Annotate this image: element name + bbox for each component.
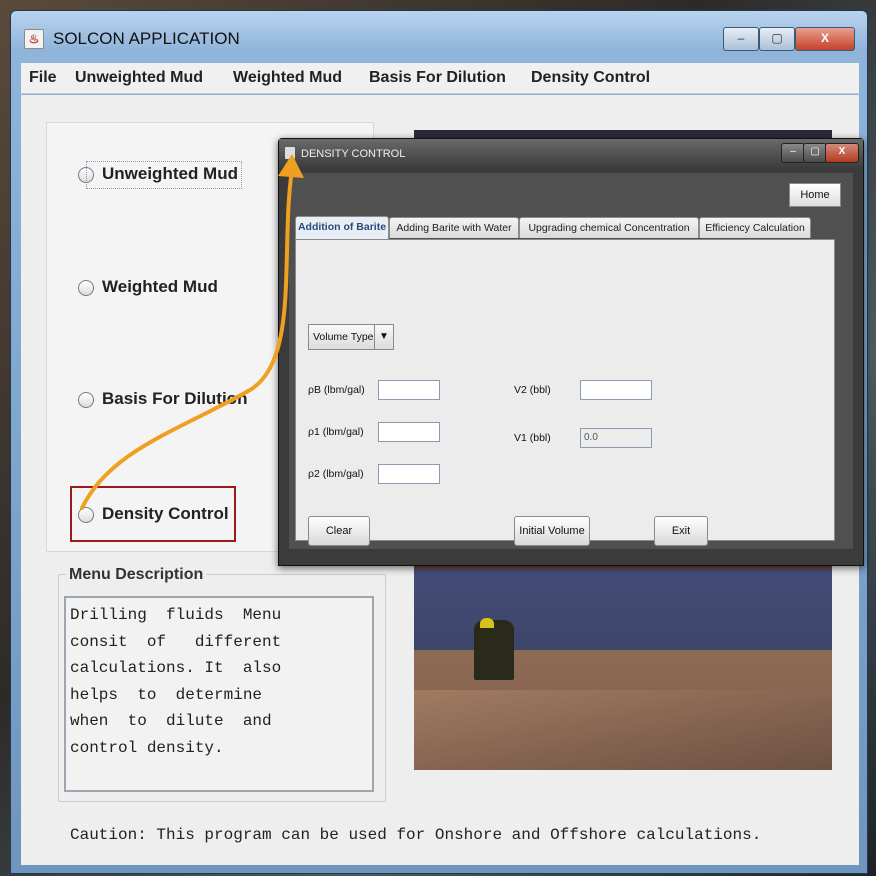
java-app-icon bbox=[285, 147, 295, 159]
volume-type-select[interactable]: Volume Type ▼ bbox=[308, 324, 394, 350]
menu-description-title: Menu Description bbox=[66, 566, 207, 584]
rhoB-label: ρB (lbm/gal) bbox=[308, 384, 365, 396]
main-window-title: SOLCON APPLICATION bbox=[53, 29, 240, 48]
menu-basis-for-dilution[interactable]: Basis For Dilution bbox=[369, 69, 506, 87]
dialog-title: DENSITY CONTROL bbox=[301, 148, 406, 160]
v2-input[interactable] bbox=[580, 380, 652, 400]
exit-button[interactable]: Exit bbox=[654, 516, 708, 546]
maximize-button[interactable]: ▢ bbox=[759, 27, 795, 51]
menu-unweighted-mud[interactable]: Unweighted Mud bbox=[75, 69, 203, 87]
radio-circle-icon[interactable] bbox=[78, 392, 94, 408]
close-button[interactable]: X bbox=[795, 27, 855, 51]
tab-adding-barite-with-water[interactable]: Adding Barite with Water bbox=[389, 217, 519, 238]
dialog-body: Home Addition of Barite Adding Barite wi… bbox=[289, 173, 853, 549]
dialog-title-bar[interactable]: DENSITY CONTROL – ▢ X bbox=[279, 139, 863, 169]
minimize-button[interactable]: – bbox=[723, 27, 759, 51]
density-control-highlight bbox=[70, 486, 236, 542]
home-button[interactable]: Home bbox=[789, 183, 841, 207]
chevron-down-icon[interactable]: ▼ bbox=[374, 325, 393, 349]
radio-label: Basis For Dilution bbox=[102, 389, 248, 408]
tab-addition-of-barite[interactable]: Addition of Barite bbox=[295, 216, 389, 239]
v2-label: V2 (bbl) bbox=[514, 384, 551, 396]
rhoB-input[interactable] bbox=[378, 380, 440, 400]
rho1-label: ρ1 (lbm/gal) bbox=[308, 426, 364, 438]
tab-panel: Volume Type ▼ ρB (lbm/gal) ρ1 (lbm/gal) … bbox=[295, 239, 835, 546]
focus-indicator bbox=[86, 161, 242, 189]
volume-type-label: Volume Type bbox=[313, 331, 374, 343]
main-title-bar[interactable]: ♨ SOLCON APPLICATION – ▢ X bbox=[11, 11, 867, 59]
rho2-input[interactable] bbox=[378, 464, 440, 484]
initial-volume-button[interactable]: Initial Volume bbox=[514, 516, 590, 546]
radio-circle-icon[interactable] bbox=[78, 280, 94, 296]
java-app-icon: ♨ bbox=[24, 29, 44, 49]
rho2-label: ρ2 (lbm/gal) bbox=[308, 468, 364, 480]
menu-description-textarea[interactable]: Drilling fluids Menu consit of different… bbox=[64, 596, 374, 792]
caution-text: Caution: This program can be used for On… bbox=[70, 826, 762, 844]
dialog-maximize-button[interactable]: ▢ bbox=[803, 143, 827, 163]
clear-button[interactable]: Clear bbox=[308, 516, 370, 546]
photo-worker bbox=[474, 620, 514, 680]
menu-description-text: Drilling fluids Menu consit of different… bbox=[70, 606, 282, 757]
menu-bar: File Unweighted Mud Weighted Mud Basis F… bbox=[21, 63, 859, 94]
menu-file[interactable]: File bbox=[29, 69, 57, 87]
tab-upgrading-chemical-concentration[interactable]: Upgrading chemical Concentration bbox=[519, 217, 699, 238]
radio-label: Weighted Mud bbox=[102, 277, 218, 296]
menu-weighted-mud[interactable]: Weighted Mud bbox=[233, 69, 342, 87]
v1-output: 0.0 bbox=[580, 428, 652, 448]
menu-density-control[interactable]: Density Control bbox=[531, 69, 650, 87]
v1-label: V1 (bbl) bbox=[514, 432, 551, 444]
photo-hardhat bbox=[480, 618, 494, 628]
photo-region bbox=[414, 690, 832, 770]
rho1-input[interactable] bbox=[378, 422, 440, 442]
dialog-minimize-button[interactable]: – bbox=[781, 143, 805, 163]
dialog-close-button[interactable]: X bbox=[825, 143, 859, 163]
tab-efficiency-calculation[interactable]: Efficiency Calculation bbox=[699, 217, 811, 238]
density-control-dialog: DENSITY CONTROL – ▢ X Home Addition of B… bbox=[278, 138, 864, 566]
